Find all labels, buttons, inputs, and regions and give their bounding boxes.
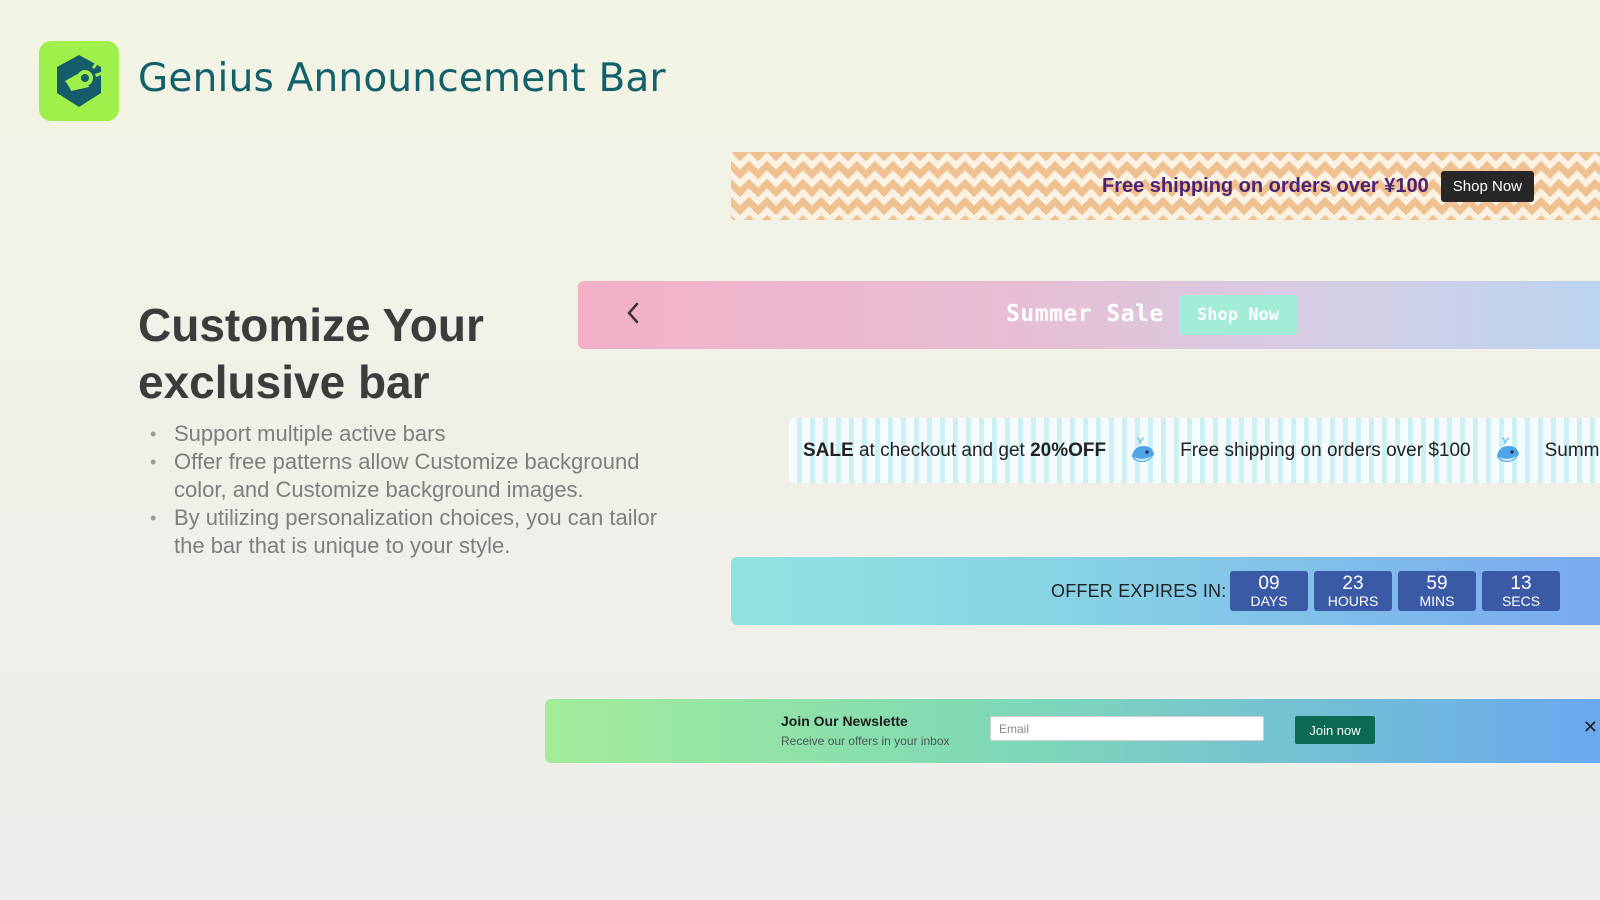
marquee-sale-word: SALE [803, 439, 854, 461]
whale-icon [1493, 436, 1523, 466]
countdown-value: 23 [1342, 572, 1364, 594]
shipping-message: Free shipping on orders over ¥100 [1102, 174, 1429, 197]
countdown-unit: HOURS [1327, 592, 1379, 609]
heading-line-1: Customize Your [138, 299, 484, 351]
app-title: Genius Announcement Bar [138, 56, 666, 101]
countdown-timer: 09 DAYS 23 HOURS 59 MINS 13 SECS [1230, 571, 1560, 611]
countdown-secs: 13 SECS [1482, 571, 1560, 611]
join-now-button[interactable]: Join now [1295, 716, 1375, 744]
feature-item: By utilizing personalization choices, yo… [150, 504, 670, 560]
announcement-bar-newsletter: Join Our Newslette Receive our offers in… [545, 699, 1600, 763]
countdown-value: 09 [1258, 572, 1280, 594]
newsletter-title: Join Our Newslette [781, 713, 908, 729]
marquee-discount: 20%OFF [1030, 439, 1107, 461]
app-logo [39, 41, 119, 121]
announcement-bar-shipping: Free shipping on orders over ¥100 Shop N… [731, 152, 1600, 220]
countdown-mins: 59 MINS [1398, 571, 1476, 611]
heading-line-2: exclusive bar [138, 356, 430, 408]
countdown-unit: SECS [1501, 592, 1541, 609]
feature-item: Offer free patterns allow Customize back… [150, 448, 670, 504]
summer-sale-text: Summer Sale [1006, 301, 1164, 327]
email-input[interactable] [990, 716, 1264, 741]
chevron-left-icon[interactable] [625, 301, 641, 332]
countdown-days: 09 DAYS [1230, 571, 1308, 611]
feature-item: Support multiple active bars [150, 420, 670, 448]
countdown-unit: DAYS [1250, 592, 1288, 609]
announcement-bar-countdown: OFFER EXPIRES IN: 09 DAYS 23 HOURS 59 MI… [731, 557, 1600, 625]
countdown-hours: 23 HOURS [1314, 571, 1392, 611]
announcement-bar-marquee: SALE at checkout and get 20%OFF Free shi… [789, 418, 1600, 483]
megaphone-icon [57, 55, 101, 107]
countdown-value: 59 [1426, 572, 1448, 594]
shop-now-button[interactable]: Shop Now [1440, 170, 1534, 202]
feature-list: Support multiple active bars Offer free … [150, 420, 670, 560]
countdown-value: 13 [1510, 572, 1532, 594]
whale-icon [1128, 436, 1158, 466]
countdown-label: OFFER EXPIRES IN: [1051, 581, 1227, 601]
marquee-item: SALE at checkout and get 20%OFF [789, 440, 1128, 462]
page-heading: Customize Your exclusive bar [138, 297, 484, 411]
marquee-track: SALE at checkout and get 20%OFF Free shi… [789, 436, 1600, 466]
announcement-bar-summer: Summer Sale Shop Now [578, 281, 1600, 349]
marquee-text: at checkout and get [853, 439, 1031, 461]
countdown-unit: MINS [1419, 592, 1455, 609]
summer-shop-now-button[interactable]: Shop Now [1179, 295, 1297, 335]
marquee-item: Summ [1544, 439, 1600, 461]
marquee-item: Free shipping on orders over $100 [1180, 439, 1471, 461]
close-icon[interactable]: ✕ [1583, 717, 1598, 738]
newsletter-subtitle: Receive our offers in your inbox [781, 734, 950, 748]
